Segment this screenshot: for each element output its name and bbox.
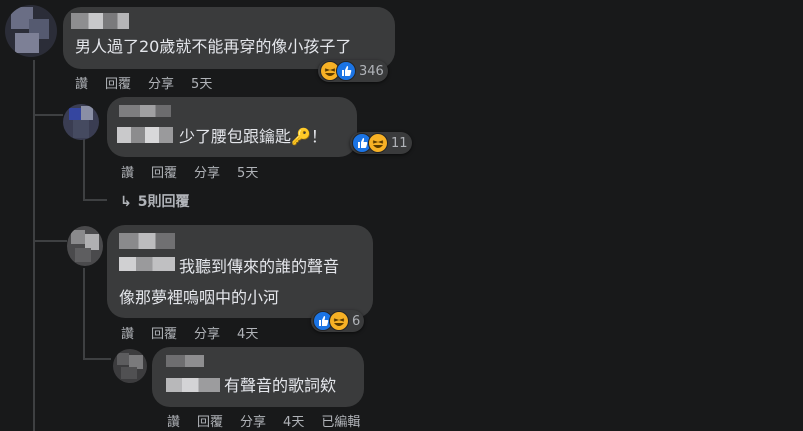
thread-line xyxy=(83,138,85,200)
reaction-summary[interactable]: 346 xyxy=(318,60,388,82)
timestamp[interactable]: 5天 xyxy=(191,77,212,92)
reaction-count: 11 xyxy=(391,135,408,151)
reaction-summary[interactable]: 11 xyxy=(350,132,412,154)
avatar[interactable] xyxy=(113,349,147,383)
comment-bubble: 少了腰包跟鑰匙🔑！ xyxy=(107,97,357,157)
avatar[interactable] xyxy=(63,104,99,140)
author-name[interactable] xyxy=(119,105,171,117)
comment-text-line-1: 我聽到傳來的誰的聲音 xyxy=(179,257,340,276)
share-action[interactable]: 分享 xyxy=(194,327,220,342)
author-name[interactable] xyxy=(71,13,129,29)
like-action[interactable]: 讚 xyxy=(167,415,180,430)
author-name[interactable] xyxy=(166,378,220,392)
share-action[interactable]: 分享 xyxy=(240,415,266,430)
comment-text: 男人過了20歲就不能再穿的像小孩子了 xyxy=(75,37,352,56)
like-action[interactable]: 讚 xyxy=(121,166,134,181)
avatar[interactable] xyxy=(5,5,57,57)
comment-bubble: 我聽到傳來的誰的聲音 像那夢裡嗚咽中的小河 xyxy=(107,225,373,318)
comment-actions: 讚 回覆 分享 5天 xyxy=(121,162,275,181)
thread-branch xyxy=(83,358,111,360)
like-action[interactable]: 讚 xyxy=(75,77,88,92)
reply-action[interactable]: 回覆 xyxy=(105,77,131,92)
reply-arrow-icon: ↳ xyxy=(120,194,132,210)
reply-action[interactable]: 回覆 xyxy=(151,166,177,181)
comment-actions: 讚 回覆 分享 4天 xyxy=(121,323,275,342)
share-action[interactable]: 分享 xyxy=(194,166,220,181)
timestamp[interactable]: 4天 xyxy=(283,415,304,430)
haha-icon xyxy=(329,311,349,331)
comment-actions: 讚 回覆 分享 4天 已編輯 xyxy=(167,411,377,430)
comment-text-line-2: 像那夢裡嗚咽中的小河 xyxy=(119,288,280,307)
haha-icon xyxy=(368,133,388,153)
author-name[interactable] xyxy=(166,355,204,367)
comment-bubble: 有聲音的歌詞欸 xyxy=(152,347,364,407)
thread-branch xyxy=(33,114,63,116)
comment-actions: 讚 回覆 分享 5天 xyxy=(75,73,229,92)
author-name[interactable] xyxy=(119,257,175,271)
view-replies-link[interactable]: ↳ 5則回覆 xyxy=(120,191,189,211)
comment-text: 有聲音的歌詞欸 xyxy=(224,376,337,395)
edited-label[interactable]: 已編輯 xyxy=(321,415,360,430)
author-name[interactable] xyxy=(117,127,173,143)
reaction-count: 346 xyxy=(359,63,384,79)
reply-action[interactable]: 回覆 xyxy=(151,327,177,342)
more-replies-label: 5則回覆 xyxy=(137,194,190,210)
avatar[interactable] xyxy=(67,226,103,266)
timestamp[interactable]: 5天 xyxy=(237,166,258,181)
thread-line xyxy=(83,268,85,358)
reaction-count: 6 xyxy=(352,313,361,329)
share-action[interactable]: 分享 xyxy=(148,77,174,92)
thread-branch xyxy=(83,199,107,201)
comment-text: 少了腰包跟鑰匙🔑！ xyxy=(179,127,327,146)
reply-action[interactable]: 回覆 xyxy=(197,415,223,430)
timestamp[interactable]: 4天 xyxy=(237,327,258,342)
like-action[interactable]: 讚 xyxy=(121,327,134,342)
thread-branch xyxy=(33,240,67,242)
like-icon xyxy=(336,61,356,81)
author-name[interactable] xyxy=(119,233,175,249)
reaction-summary[interactable]: 6 xyxy=(311,310,365,332)
